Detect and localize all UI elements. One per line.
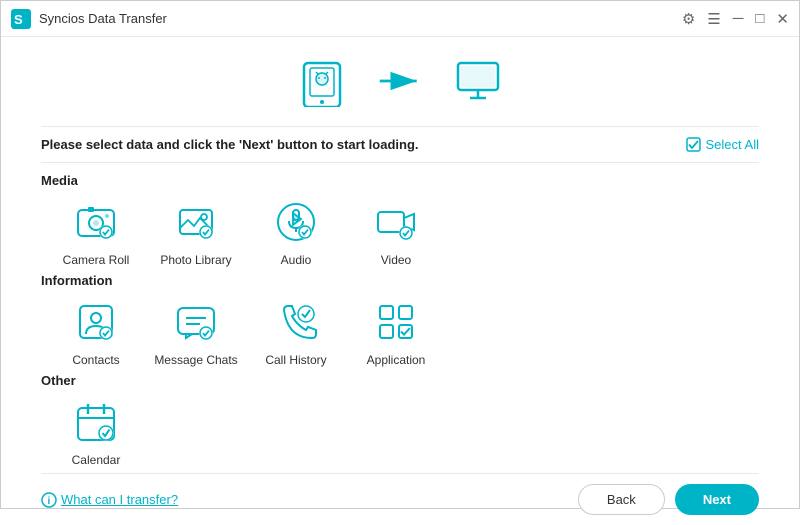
other-items-row: Calendar [41, 396, 759, 467]
camera-roll-icon [74, 200, 118, 244]
item-photo-library[interactable]: Photo Library [151, 196, 241, 267]
close-icon[interactable]: ✕ [776, 10, 789, 28]
category-information: Information [41, 273, 759, 367]
checkbox-icon [686, 137, 701, 152]
item-contacts[interactable]: Contacts [51, 296, 141, 367]
app-logo: S [11, 9, 31, 29]
info-icon: i [41, 492, 57, 508]
title-bar-left: S Syncios Data Transfer [11, 9, 167, 29]
main-content: Please select data and click the 'Next' … [1, 37, 799, 510]
item-photo-library-label: Photo Library [160, 253, 231, 267]
title-bar-controls: ⚙ ☰ ─ □ ✕ [682, 10, 789, 28]
title-bar-title: Syncios Data Transfer [39, 11, 167, 26]
category-media-title: Media [41, 173, 759, 188]
item-application[interactable]: Application [351, 296, 441, 367]
audio-icon [274, 200, 318, 244]
call-history-icon [274, 300, 318, 344]
source-device-icon [296, 55, 348, 112]
settings-icon[interactable]: ⚙ [682, 10, 695, 28]
menu-icon[interactable]: ☰ [707, 10, 720, 28]
category-other-title: Other [41, 373, 759, 388]
item-call-history[interactable]: Call History [251, 296, 341, 367]
media-items-row: Camera Roll [41, 196, 759, 267]
svg-text:i: i [48, 496, 51, 507]
minimize-icon[interactable]: ─ [733, 10, 744, 27]
item-camera-roll-label: Camera Roll [63, 253, 130, 267]
item-audio[interactable]: Audio [251, 196, 341, 267]
transfer-arrow-icon [378, 67, 422, 100]
photo-library-icon [174, 200, 218, 244]
item-contacts-label: Contacts [72, 353, 119, 367]
item-call-history-label: Call History [265, 353, 326, 367]
back-button[interactable]: Back [578, 484, 665, 515]
category-other: Other [41, 373, 759, 467]
bottom-bar: i What can I transfer? Back Next [41, 473, 759, 525]
information-items-row: Contacts [41, 296, 759, 367]
message-chats-icon [174, 300, 218, 344]
transfer-visual [41, 37, 759, 126]
category-media: Media [41, 173, 759, 267]
instruction-text: Please select data and click the 'Next' … [41, 137, 419, 152]
item-message-chats[interactable]: Message Chats [151, 296, 241, 367]
calendar-icon [74, 400, 118, 444]
title-bar: S Syncios Data Transfer ⚙ ☰ ─ □ ✕ [1, 1, 799, 37]
category-information-title: Information [41, 273, 759, 288]
item-calendar[interactable]: Calendar [51, 396, 141, 467]
item-camera-roll[interactable]: Camera Roll [51, 196, 141, 267]
item-video[interactable]: Video [351, 196, 441, 267]
what-transfer-link[interactable]: i What can I transfer? [41, 492, 178, 508]
categories-container: Media [41, 173, 759, 473]
video-icon [374, 200, 418, 244]
select-all-label[interactable]: Select All [686, 137, 759, 152]
bottom-buttons: Back Next [578, 484, 759, 515]
maximize-icon[interactable]: □ [755, 10, 764, 27]
target-device-icon [452, 55, 504, 112]
svg-text:S: S [14, 12, 23, 27]
item-video-label: Video [381, 253, 411, 267]
contacts-icon [74, 300, 118, 344]
item-calendar-label: Calendar [72, 453, 121, 467]
item-message-chats-label: Message Chats [154, 353, 237, 367]
application-icon [374, 300, 418, 344]
item-application-label: Application [367, 353, 426, 367]
instruction-bar: Please select data and click the 'Next' … [41, 126, 759, 163]
next-button[interactable]: Next [675, 484, 759, 515]
item-audio-label: Audio [281, 253, 312, 267]
